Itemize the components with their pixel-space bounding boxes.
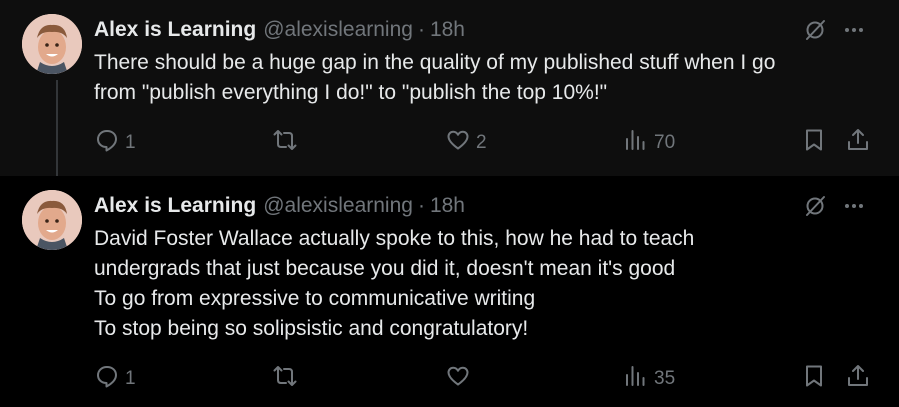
tweet-header: Alex is Learning @alexislearning · 18h [94, 192, 465, 220]
share-icon [845, 363, 871, 395]
author-handle[interactable]: @alexislearning [263, 194, 413, 218]
grok-icon[interactable] [803, 194, 827, 218]
author-handle[interactable]: @alexislearning [263, 18, 413, 42]
reply-count: 1 [125, 132, 136, 153]
tweet-header: Alex is Learning @alexislearning · 18h [94, 16, 465, 44]
retweet-button[interactable] [272, 364, 303, 394]
tweet-text-line: undergrads that just because you did it,… [94, 257, 676, 280]
reply-button[interactable]: 1 [94, 128, 136, 158]
separator-dot: · [417, 18, 425, 41]
bookmark-button[interactable] [801, 128, 827, 158]
tweet[interactable]: Alex is Learning @alexislearning · 18h T… [0, 0, 899, 176]
timestamp[interactable]: 18h [430, 18, 465, 42]
heart-icon [445, 127, 471, 159]
separator-dot: · [417, 194, 425, 217]
reply-icon [94, 127, 120, 159]
bookmark-button[interactable] [801, 364, 827, 394]
reply-icon [94, 363, 120, 395]
tweet-actions: 1 2 70 [0, 128, 899, 158]
timestamp[interactable]: 18h [430, 194, 465, 218]
tweet-actions: 1 35 [0, 364, 899, 394]
like-count: 2 [476, 132, 487, 153]
tweet-text-line: from "publish everything I do!" to "publ… [94, 81, 608, 104]
share-button[interactable] [845, 364, 871, 394]
thread: Alex is Learning @alexislearning · 18h T… [0, 0, 899, 407]
tweet-text: David Foster Wallace actually spoke to t… [94, 224, 874, 344]
more-icon[interactable] [841, 18, 867, 42]
tweet[interactable]: Alex is Learning @alexislearning · 18h D… [0, 176, 899, 407]
grok-icon[interactable] [803, 18, 827, 42]
tweet-text-line: To stop being so solipsistic and congrat… [94, 317, 529, 340]
tweet-text-line: There should be a huge gap in the qualit… [94, 51, 776, 74]
views-button[interactable]: 70 [623, 128, 675, 158]
retweet-icon [272, 127, 298, 159]
author-name[interactable]: Alex is Learning [94, 194, 256, 218]
bookmark-icon [801, 127, 827, 159]
more-icon[interactable] [841, 194, 867, 218]
reply-count: 1 [125, 368, 136, 389]
like-button[interactable] [445, 364, 476, 394]
heart-icon [445, 363, 471, 395]
tweet-text: There should be a huge gap in the qualit… [94, 48, 874, 108]
share-icon [845, 127, 871, 159]
retweet-icon [272, 363, 298, 395]
views-icon [623, 363, 649, 395]
avatar[interactable] [22, 14, 82, 74]
reply-button[interactable]: 1 [94, 364, 136, 394]
like-button[interactable]: 2 [445, 128, 487, 158]
views-count: 35 [654, 368, 676, 389]
views-button[interactable]: 35 [623, 364, 675, 394]
avatar[interactable] [22, 190, 82, 250]
views-icon [623, 127, 649, 159]
retweet-button[interactable] [272, 128, 303, 158]
share-button[interactable] [845, 128, 871, 158]
views-count: 70 [654, 132, 676, 153]
bookmark-icon [801, 363, 827, 395]
tweet-text-line: To go from expressive to communicative w… [94, 287, 536, 310]
author-name[interactable]: Alex is Learning [94, 18, 256, 42]
tweet-text-line: David Foster Wallace actually spoke to t… [94, 227, 695, 250]
